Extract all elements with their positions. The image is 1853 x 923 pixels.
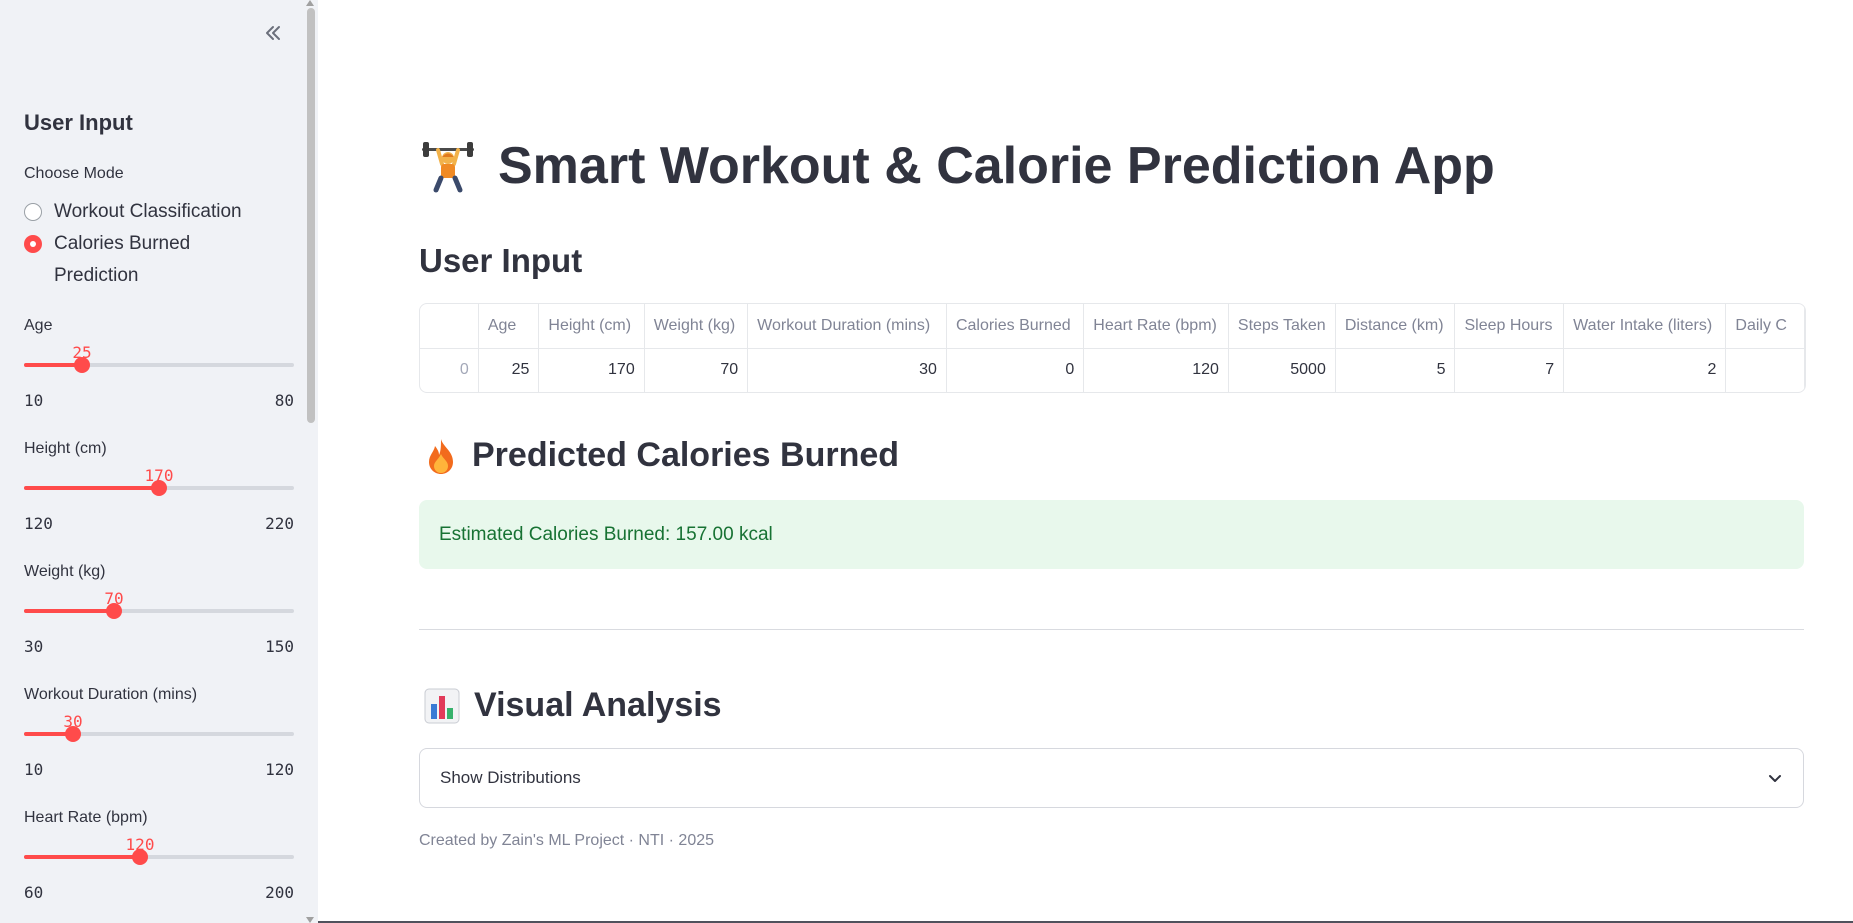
table-cell[interactable]: 120 [1083, 348, 1229, 392]
column-header[interactable]: Steps Taken [1228, 304, 1336, 349]
slider-thumb[interactable] [65, 726, 81, 742]
scroll-up-arrow-icon[interactable] [306, 0, 314, 6]
sidebar-header: User Input [24, 110, 133, 135]
chevron-down-icon [1769, 775, 1781, 782]
slider-thumb[interactable] [106, 603, 122, 619]
prediction-heading-row: Predicted Calories Burned [424, 436, 899, 475]
slider-track[interactable] [24, 357, 294, 373]
footer-text: Created by Zain's ML Project · NTI · 202… [419, 832, 715, 849]
slider-heart-rate: Heart Rate (bpm) 120 60 200 [24, 809, 294, 919]
slider-label: Age [24, 317, 53, 334]
scrollbar-thumb[interactable] [307, 8, 315, 423]
table-cell[interactable]: 7 [1454, 348, 1565, 392]
weightlifter-icon [420, 138, 476, 194]
column-header[interactable]: Age [478, 304, 540, 349]
user-input-heading: User Input [419, 242, 583, 279]
slider-track[interactable] [24, 726, 294, 742]
table-cell[interactable]: 70 [644, 348, 749, 392]
table-row: 0 25 170 70 30 0 120 5000 5 7 2 [420, 348, 1805, 392]
sidebar: User Input Choose Mode Workout Classific… [0, 0, 318, 923]
collapse-sidebar-button[interactable] [258, 18, 288, 48]
radio-label: Workout Classification [54, 201, 242, 222]
column-header[interactable]: Water Intake (liters) [1563, 304, 1727, 349]
column-header[interactable]: Heart Rate (bpm) [1083, 304, 1229, 349]
column-header[interactable]: Sleep Hours [1454, 304, 1565, 349]
slider-thumb[interactable] [132, 849, 148, 865]
slider-weight: Weight (kg) 70 30 150 [24, 563, 294, 673]
visual-heading: Visual Analysis [474, 686, 722, 724]
table-cell[interactable]: 5 [1335, 348, 1456, 392]
slider-fill [24, 855, 140, 859]
slider-workout-duration: Workout Duration (mins) 30 10 120 [24, 686, 294, 796]
table-cell[interactable]: 30 [747, 348, 947, 392]
expander-label: Show Distributions [440, 768, 581, 787]
visual-heading-row: Visual Analysis [424, 686, 722, 725]
main-content: Smart Workout & Calorie Prediction App U… [318, 0, 1853, 923]
bar-chart-icon [424, 688, 460, 724]
column-header[interactable]: Weight (kg) [644, 304, 749, 349]
slider-thumb[interactable] [74, 357, 90, 373]
slider-fill [24, 609, 114, 613]
slider-max: 220 [265, 514, 294, 533]
table-cell[interactable]: 2 [1563, 348, 1727, 392]
divider [419, 629, 1804, 630]
table-cell[interactable]: 25 [478, 348, 540, 392]
column-header[interactable]: Workout Duration (mins) [747, 304, 947, 349]
slider-min: 10 [24, 760, 44, 779]
slider-thumb[interactable] [151, 480, 167, 496]
slider-track[interactable] [24, 603, 294, 619]
app-title: Smart Workout & Calorie Prediction App [420, 136, 1495, 196]
column-header[interactable]: Distance (km) [1335, 304, 1456, 349]
slider-min: 120 [24, 514, 53, 533]
page-title: Smart Workout & Calorie Prediction App [498, 137, 1495, 195]
scroll-down-arrow-icon[interactable] [306, 917, 314, 923]
radio-circle-selected[interactable] [24, 235, 42, 253]
slider-label: Weight (kg) [24, 563, 106, 580]
table-cell[interactable]: 0 [946, 348, 1085, 392]
table-header-row: Age Height (cm) Weight (kg) Workout Dura… [420, 304, 1805, 349]
column-header[interactable]: Calories Burned [946, 304, 1085, 349]
slider-max: 150 [265, 637, 294, 656]
slider-max: 120 [265, 760, 294, 779]
fire-icon [424, 437, 458, 475]
slider-label: Height (cm) [24, 440, 107, 457]
user-input-dataframe[interactable]: Age Height (cm) Weight (kg) Workout Dura… [419, 303, 1806, 393]
slider-min: 10 [24, 391, 44, 410]
prediction-result-text: Estimated Calories Burned: 157.00 kcal [439, 523, 773, 545]
radio-workout-classification[interactable]: Workout Classification [24, 196, 242, 228]
column-header[interactable]: Height (cm) [538, 304, 645, 349]
slider-fill [24, 486, 159, 490]
table-cell[interactable]: 170 [538, 348, 645, 392]
row-index: 0 [420, 348, 479, 392]
slider-track[interactable] [24, 849, 294, 865]
column-header[interactable] [420, 304, 479, 349]
mode-label: Choose Mode [24, 165, 124, 182]
column-header[interactable]: Daily C [1725, 304, 1805, 349]
slider-track[interactable] [24, 480, 294, 496]
slider-min: 60 [24, 883, 44, 902]
radio-label: Calories Burned Prediction [54, 233, 191, 286]
sidebar-scrollbar[interactable] [304, 0, 318, 923]
radio-calories-burned-prediction[interactable]: Calories Burned Prediction [24, 228, 224, 292]
table-cell[interactable]: 5000 [1228, 348, 1336, 392]
slider-height: Height (cm) 170 120 220 [24, 440, 294, 550]
prediction-result-alert: Estimated Calories Burned: 157.00 kcal [419, 500, 1804, 569]
double-chevron-left-icon [266, 26, 280, 40]
slider-label: Heart Rate (bpm) [24, 809, 148, 826]
slider-max: 200 [265, 883, 294, 902]
show-distributions-expander[interactable]: Show Distributions [419, 748, 1804, 808]
radio-circle[interactable] [24, 203, 42, 221]
slider-age: Age 25 10 80 [24, 317, 294, 427]
slider-label: Workout Duration (mins) [24, 686, 198, 703]
prediction-heading: Predicted Calories Burned [472, 436, 900, 474]
dataframe-table: Age Height (cm) Weight (kg) Workout Dura… [420, 304, 1805, 392]
slider-min: 30 [24, 637, 44, 656]
slider-max: 80 [274, 391, 294, 410]
table-cell[interactable] [1725, 348, 1805, 392]
